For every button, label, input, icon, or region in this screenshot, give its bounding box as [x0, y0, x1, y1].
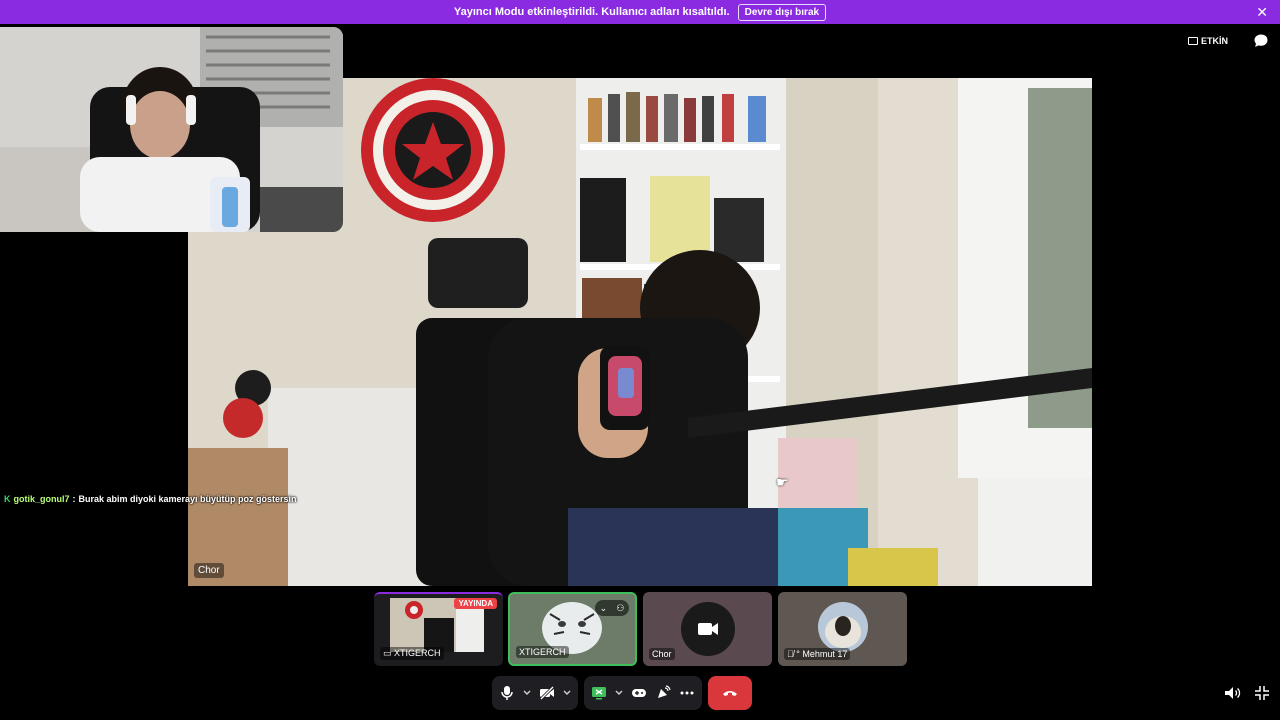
- voice-video-group: [492, 676, 578, 710]
- participant-name: ▭ XTIGERCH: [380, 647, 444, 660]
- live-badge: YAYINDA: [454, 598, 497, 609]
- chat-username: gotik_gonul7: [13, 494, 70, 504]
- chevron-down-icon[interactable]: [614, 684, 624, 702]
- chat-message-overlay: K gotik_gonul7 : Burak abim diyoki kamer…: [4, 494, 297, 504]
- cursor-icon: ☛: [776, 474, 789, 490]
- chevron-down-icon[interactable]: ⌄: [600, 603, 608, 614]
- disable-streamer-mode-button[interactable]: Devre dışı bırak: [737, 3, 827, 21]
- soundboard-icon[interactable]: [654, 684, 672, 702]
- close-icon[interactable]: ✕: [1256, 4, 1268, 20]
- camera-off-icon[interactable]: [538, 684, 556, 702]
- chevron-down-icon[interactable]: [522, 684, 532, 702]
- chevron-down-icon[interactable]: [562, 684, 572, 702]
- avatar: [818, 602, 868, 652]
- webcam-frame: [0, 27, 343, 232]
- more-icon[interactable]: [678, 684, 696, 702]
- hang-up-button[interactable]: [708, 676, 752, 710]
- tile-options-menu[interactable]: ⌄ ⚇: [595, 600, 629, 616]
- box-dark: [580, 178, 626, 262]
- activity-icon: [1188, 37, 1198, 45]
- platform-badge: K: [4, 494, 11, 504]
- screen-share-small-icon: ▭: [383, 648, 395, 658]
- participant-tile-stream[interactable]: YAYINDA ▭ XTIGERCH: [374, 592, 503, 666]
- participant-name: XTIGERCH: [516, 646, 569, 658]
- activity-group: [584, 676, 702, 710]
- banner-message: Yayıncı Modu etkinleştirildi. Kullanıcı …: [453, 6, 730, 18]
- stage-name-label: Chor: [194, 563, 224, 578]
- screen-share-icon[interactable]: [590, 684, 608, 702]
- participant-tile-muted[interactable]: 🎙̸ ° Mehmut 17: [778, 592, 907, 666]
- participant-name: 🎙̸ ° Mehmut 17: [784, 648, 851, 660]
- call-controls: [492, 676, 752, 710]
- users-icon[interactable]: ⚇: [616, 603, 624, 614]
- hang-up-icon: [723, 691, 737, 696]
- activity-button[interactable]: ETKİN: [1188, 34, 1228, 48]
- chat-bubble-icon[interactable]: [1253, 33, 1269, 49]
- participant-tile-speaking[interactable]: ⌄ ⚇ XTIGERCH: [508, 592, 637, 666]
- participant-tile-camera[interactable]: Chor: [643, 592, 772, 666]
- participant-name: Chor: [649, 648, 675, 660]
- activity-label: ETKİN: [1201, 36, 1228, 46]
- exit-fullscreen-icon[interactable]: [1253, 684, 1271, 702]
- metallica-book: [650, 176, 710, 262]
- microphone-icon[interactable]: [498, 684, 516, 702]
- gamepad-icon[interactable]: [630, 684, 648, 702]
- streamer-webcam-overlay: [0, 27, 343, 232]
- sheep-icon: [818, 602, 868, 652]
- chat-message-text: Burak abim diyoki kamerayı büyütüp poz g…: [78, 494, 297, 504]
- muted-mic-icon: 🎙̸: [787, 649, 797, 659]
- chat-separator: :: [72, 494, 76, 504]
- streamer-mode-banner: Yayıncı Modu etkinleştirildi. Kullanıcı …: [0, 0, 1280, 24]
- volume-icon[interactable]: [1223, 684, 1241, 702]
- captain-shield: [361, 78, 505, 222]
- video-camera-icon: [698, 623, 718, 635]
